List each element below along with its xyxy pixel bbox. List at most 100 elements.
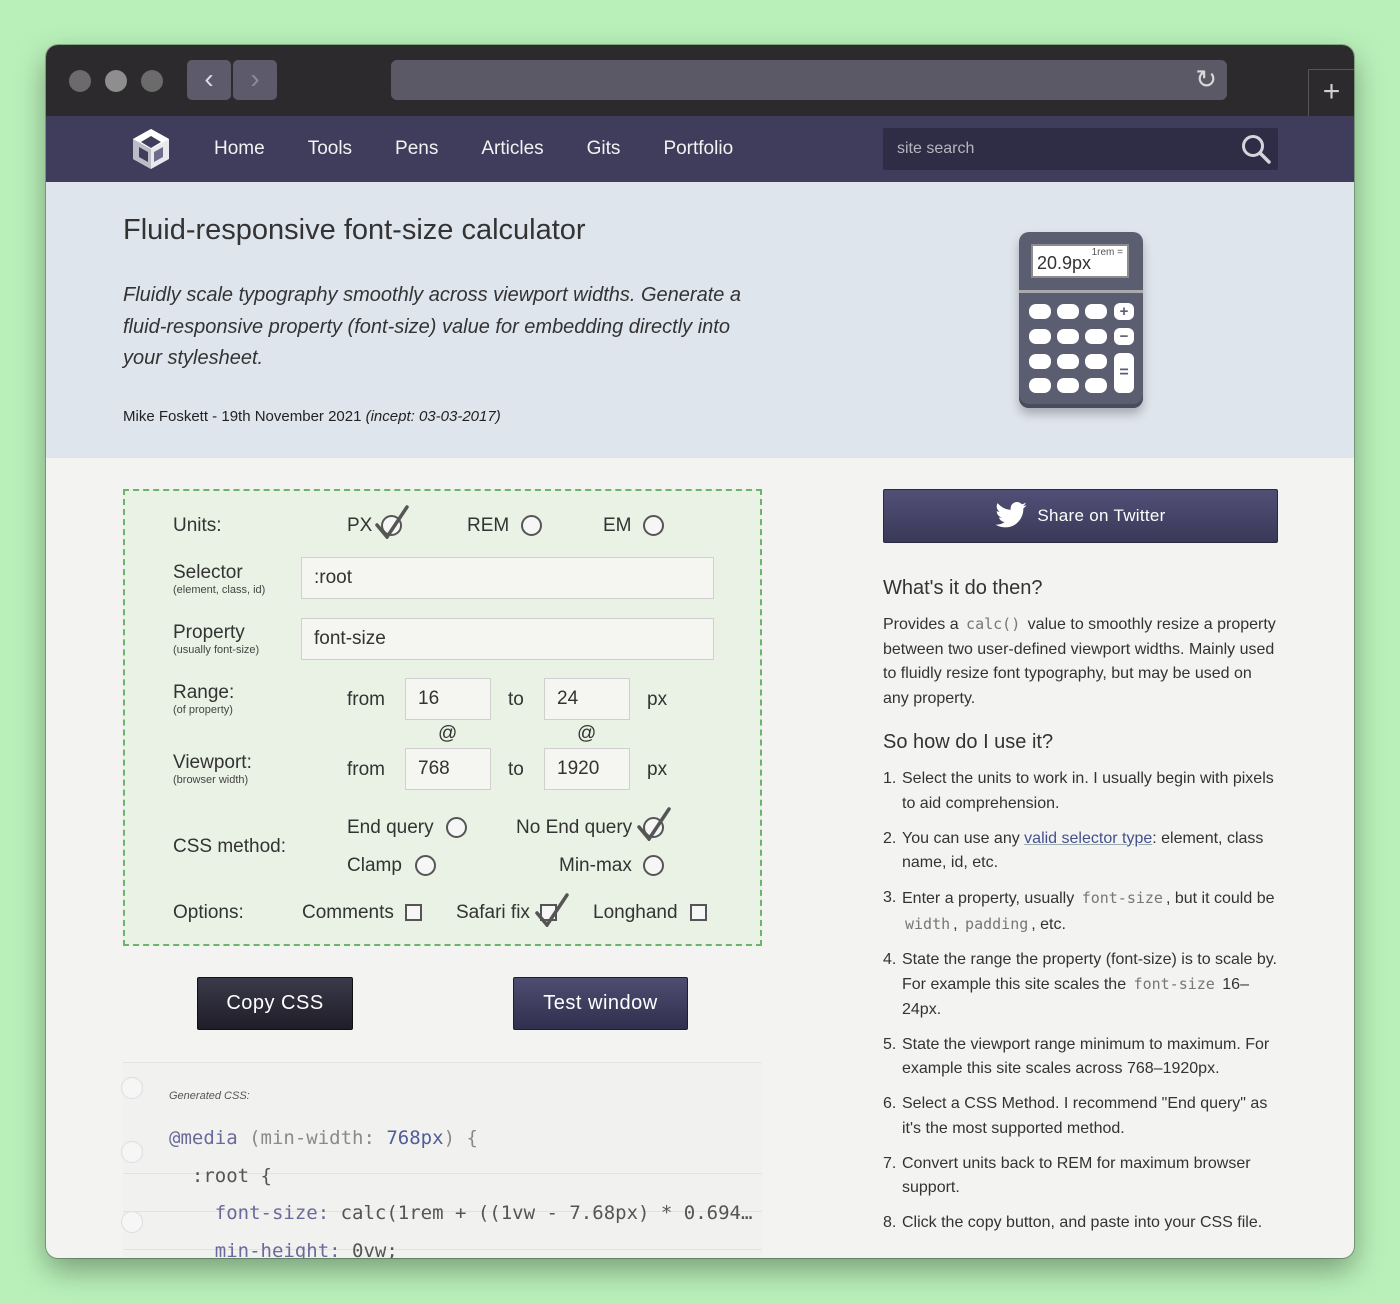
method-clamp-radio[interactable] [415, 855, 436, 876]
search-icon[interactable] [1240, 133, 1272, 165]
step-text: , [953, 915, 963, 933]
code-value: calc(1rem + ((1vw - 7.68px) * 0.694… [340, 1202, 753, 1224]
selector-label: Selector [173, 562, 243, 583]
unit-em-label[interactable]: EM [603, 515, 632, 537]
unit-rem-label[interactable]: REM [467, 515, 509, 537]
checkmark-icon [375, 505, 409, 539]
code-line-min-height[interactable]: min-height: 0vw; [169, 1240, 398, 1258]
author-date: Mike Foskett - 19th November 2021 [123, 408, 366, 425]
step-text: You can use any [902, 829, 1025, 847]
zoom-window-button[interactable] [141, 70, 163, 92]
generated-css-caption: Generated CSS: [169, 1090, 250, 1102]
range-to-text: to [508, 689, 524, 710]
option-longhand-label[interactable]: Longhand [593, 902, 678, 924]
nav-articles[interactable]: Articles [481, 116, 543, 182]
what-code: calc() [966, 615, 1021, 633]
method-no-end-query-label[interactable]: No End query [516, 817, 632, 839]
reload-icon[interactable]: ↻ [1195, 64, 1217, 95]
site-search [883, 128, 1278, 170]
step-code: width [905, 914, 951, 933]
unit-em-radio[interactable] [643, 515, 664, 536]
code-media-condition: (min-width: [237, 1127, 387, 1149]
range-from-input[interactable] [405, 678, 491, 720]
nav-portfolio[interactable]: Portfolio [663, 116, 733, 182]
calculator-key [1029, 304, 1051, 319]
method-end-query-radio[interactable] [446, 817, 467, 838]
option-longhand-checkbox[interactable] [690, 904, 707, 921]
close-window-button[interactable] [69, 70, 91, 92]
what-heading: What's it do then? [883, 577, 1043, 599]
option-safari-fix-label[interactable]: Safari fix [456, 902, 530, 924]
viewport-hint: (browser width) [173, 774, 249, 786]
unit-px-label[interactable]: PX [347, 515, 372, 537]
checkmark-icon [535, 893, 569, 927]
viewport-to-input[interactable] [544, 748, 630, 790]
method-min-max-label[interactable]: Min-max [559, 855, 632, 877]
nav-home[interactable]: Home [214, 116, 265, 182]
list-item: 6. Select a CSS Method. I recommend "End … [883, 1095, 1268, 1137]
calculator-key [1057, 329, 1079, 344]
option-comments-checkbox[interactable] [405, 904, 422, 921]
forward-button[interactable]: › [233, 60, 277, 100]
calculator-divider [1019, 290, 1143, 293]
share-on-twitter-button[interactable]: Share on Twitter [883, 489, 1278, 543]
hero-section: Fluid-responsive font-size calculator Fl… [46, 182, 1354, 458]
code-media-close: ) { [443, 1127, 478, 1149]
property-label: Property [173, 622, 245, 643]
how-steps-list: 1. Select the units to work in. I usually… [883, 767, 1283, 1246]
valid-selector-type-link[interactable]: valid selector type [1024, 830, 1152, 847]
nav-tools[interactable]: Tools [308, 116, 352, 182]
option-comments-label[interactable]: Comments [302, 902, 394, 924]
calculator-key [1057, 304, 1079, 319]
copy-css-button[interactable]: Copy CSS [197, 977, 353, 1030]
range-px-text: px [647, 689, 668, 710]
calculator-key [1029, 378, 1051, 393]
calculator-plus-key: + [1114, 303, 1134, 320]
code-line-selector[interactable]: :root { [169, 1165, 272, 1187]
nav-pens[interactable]: Pens [395, 116, 438, 182]
calculator-key [1085, 329, 1107, 344]
calculator-screen: 20.9px 1rem = [1031, 244, 1129, 278]
code-line-media[interactable]: @media (min-width: 768px) { [169, 1127, 478, 1149]
test-window-button[interactable]: Test window [513, 977, 688, 1030]
new-tab-button[interactable]: + [1308, 69, 1354, 116]
share-on-twitter-label: Share on Twitter [1037, 506, 1166, 525]
property-input[interactable] [301, 618, 714, 660]
binder-ring [121, 1211, 143, 1233]
checkmark-icon [637, 807, 671, 841]
nav-gits[interactable]: Gits [587, 116, 621, 182]
page-title: Fluid-responsive font-size calculator [123, 214, 586, 246]
viewport-from-input[interactable] [405, 748, 491, 790]
viewport-to-text: to [508, 759, 524, 780]
step-code: font-size [1081, 889, 1163, 907]
selector-input[interactable] [301, 557, 714, 599]
viewport-label: Viewport: [173, 752, 252, 773]
method-min-max-radio[interactable] [643, 855, 664, 876]
how-heading: So how do I use it? [883, 731, 1054, 753]
range-hint: (of property) [173, 704, 233, 716]
minimize-window-button[interactable] [105, 70, 127, 92]
code-media-value: 768px [386, 1127, 444, 1149]
step-code: padding [965, 914, 1029, 933]
back-button[interactable]: ‹ [187, 60, 231, 100]
method-clamp-label[interactable]: Clamp [347, 855, 402, 877]
units-label: Units: [173, 515, 222, 536]
viewport-px-text: px [647, 759, 668, 780]
at-symbol: @ [577, 723, 597, 744]
address-bar[interactable]: ↻ [391, 60, 1227, 100]
code-at-rule: @media [169, 1127, 238, 1149]
what-description: Provides a calc() value to smoothly resi… [883, 612, 1278, 711]
step-text: Select a CSS Method. I recommend "End qu… [902, 1095, 1268, 1137]
range-to-input[interactable] [544, 678, 630, 720]
site-logo-icon[interactable] [130, 128, 172, 170]
code-line-font-size[interactable]: font-size: calc(1rem + ((1vw - 7.68px) *… [169, 1202, 753, 1224]
list-item: 8. Click the copy button, and paste into … [883, 1214, 1263, 1231]
unit-rem-radio[interactable] [521, 515, 542, 536]
chevron-left-icon: ‹ [204, 63, 214, 94]
calculator-equals-key: = [1114, 353, 1134, 393]
calculator-key [1057, 378, 1079, 393]
step-text: Enter a property, usually [902, 890, 1079, 907]
search-input[interactable] [883, 128, 1233, 170]
property-hint: (usually font-size) [173, 644, 260, 656]
method-end-query-label[interactable]: End query [347, 817, 434, 839]
